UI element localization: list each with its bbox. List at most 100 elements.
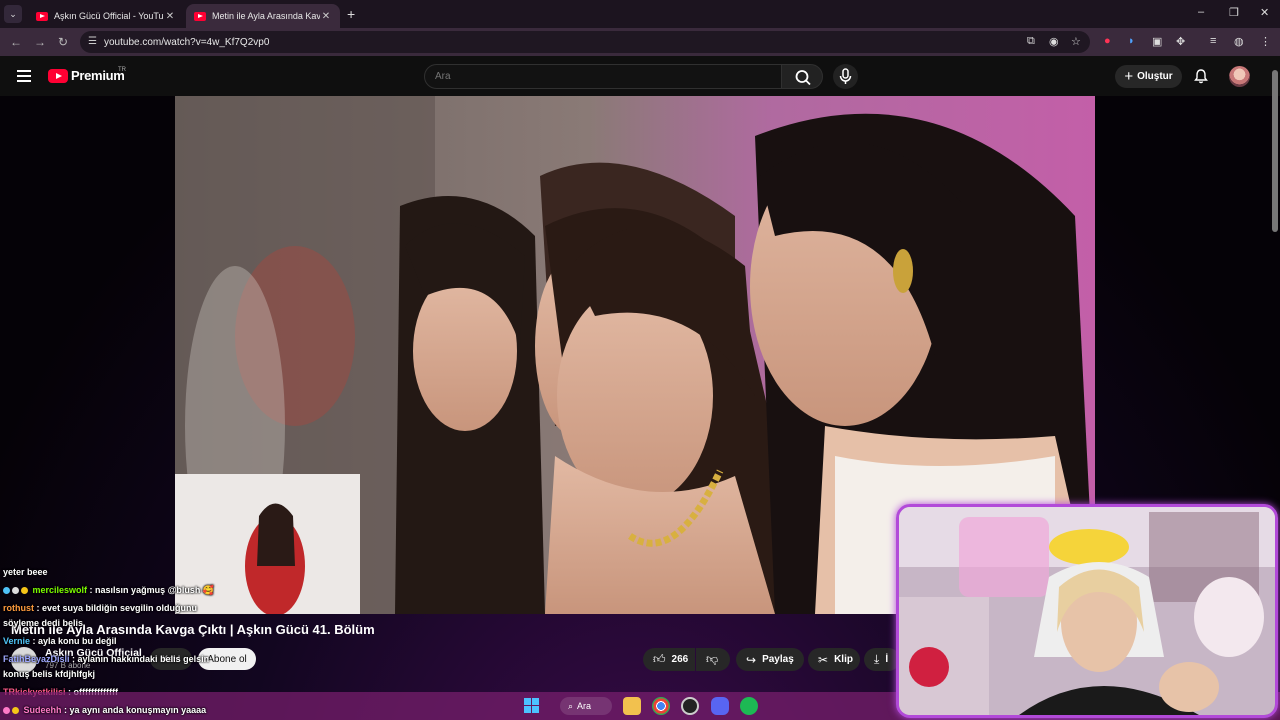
chat-line: Sudeehh : ya aynı anda konuşmayın yaaaa xyxy=(3,705,206,715)
search-button[interactable] xyxy=(781,64,823,89)
browser-tabstrip: ⌄ Aşkın Gücü Official - YouTube ✕ Metin … xyxy=(0,0,1280,28)
discord-icon[interactable] xyxy=(711,697,729,715)
chat-badge-icon xyxy=(12,587,19,594)
chat-username[interactable]: FatihBeyazDisli xyxy=(3,654,70,664)
share-arrow-icon: ↪ xyxy=(746,652,757,667)
extension-icon[interactable]: ● xyxy=(1104,35,1111,47)
chat-message: : aylanın hakkındaki belis gelsin xyxy=(69,654,210,664)
thumbs-down-icon: 👎︎ xyxy=(706,652,719,666)
share-label: Paylaş xyxy=(762,654,794,665)
search-input[interactable] xyxy=(425,65,781,88)
plus-icon: + xyxy=(1124,68,1134,85)
dislike-button[interactable]: 👎︎ xyxy=(696,648,730,671)
back-icon[interactable]: ← xyxy=(10,35,22,49)
clip-button[interactable]: ✂ Klip xyxy=(808,648,860,671)
chat-username[interactable]: Sudeehh xyxy=(24,705,62,715)
voice-search-button[interactable] xyxy=(833,64,858,89)
microphone-icon xyxy=(839,68,852,84)
download-button[interactable]: ⤓ İ xyxy=(864,648,900,671)
chat-badge-icon xyxy=(12,707,19,714)
account-avatar[interactable] xyxy=(1229,66,1250,87)
extension-icon[interactable]: ◗ xyxy=(1128,35,1135,47)
clip-label: Klip xyxy=(834,654,853,665)
url-text: youtube.com/watch?v=4w_Kf7Q2vp0 xyxy=(104,36,270,48)
like-button[interactable]: 👍︎ 266 xyxy=(643,648,695,671)
chat-message: söyleme dedi belis xyxy=(3,618,84,628)
file-explorer-icon[interactable] xyxy=(623,697,641,715)
tab-close-icon[interactable]: ✕ xyxy=(320,11,332,22)
share-button[interactable]: ↪ Paylaş xyxy=(736,648,804,671)
chat-line: mercileswolf : nasılsın yağmuş @blush 🥰 xyxy=(3,585,214,596)
logo-text: Premium xyxy=(71,68,125,83)
hide-icon[interactable]: ◉ xyxy=(1049,35,1059,48)
youtube-logo[interactable]: Premium xyxy=(48,68,125,83)
chat-message: : ya aynı anda konuşmayın yaaaa xyxy=(61,705,207,715)
chat-message: konuş belis kfdjhlfgkj xyxy=(3,669,96,679)
youtube-play-icon xyxy=(48,68,68,83)
spotify-icon[interactable] xyxy=(740,697,758,715)
forward-icon[interactable]: → xyxy=(34,35,46,49)
close-window-icon[interactable]: ✕ xyxy=(1260,6,1269,19)
maximize-icon[interactable]: ❐ xyxy=(1229,6,1239,19)
chat-badge-icon xyxy=(3,587,10,594)
reading-list-icon[interactable]: ≡ xyxy=(1210,35,1216,47)
tab-search-button[interactable]: ⌄ xyxy=(4,5,22,23)
chat-message: : ayla konu bu değil xyxy=(30,636,117,646)
country-code: TR xyxy=(118,67,126,73)
download-label: İ xyxy=(885,654,889,665)
profile-icon[interactable]: ◍ xyxy=(1234,35,1244,48)
webcam-image xyxy=(899,507,1275,715)
chat-badge-icon xyxy=(3,707,10,714)
page-scrollbar[interactable] xyxy=(1272,70,1278,232)
youtube-favicon-icon xyxy=(194,11,206,21)
tab-title: Metin ile Ayla Arasında Kavga Ç xyxy=(212,11,320,21)
chat-message: : evet suya bildiğin sevgilin olduğunu xyxy=(34,603,198,613)
chat-username[interactable]: mercileswolf xyxy=(33,585,88,595)
chat-line: söyleme dedi belis xyxy=(3,618,83,628)
bookmark-star-icon[interactable]: ☆ xyxy=(1071,35,1081,48)
browser-toolbar: ← → ↻ ☰ youtube.com/watch?v=4w_Kf7Q2vp0 … xyxy=(0,28,1280,56)
chat-line: Vernie : ayla konu bu değil xyxy=(3,636,117,646)
search-icon: ⌕ xyxy=(568,700,574,711)
extension-icon[interactable]: ▣ xyxy=(1152,35,1162,48)
chat-line: yeter beee xyxy=(3,567,48,577)
chat-line: rothust : evet suya bildiğin sevgilin ol… xyxy=(3,603,197,613)
install-icon[interactable]: ⧉ xyxy=(1027,35,1035,48)
create-label: Oluştur xyxy=(1137,71,1173,82)
youtube-favicon-icon xyxy=(36,11,48,21)
chat-message: : nasılsın yağmuş @blush 🥰 xyxy=(87,585,215,595)
search-box xyxy=(424,64,782,89)
taskbar-search-label: Ara xyxy=(577,701,592,711)
browser-tab-active[interactable]: Metin ile Ayla Arasında Kavga Ç ✕ xyxy=(186,4,340,28)
address-bar[interactable]: ☰ youtube.com/watch?v=4w_Kf7Q2vp0 xyxy=(80,31,1090,53)
chat-username[interactable]: Vernie xyxy=(3,636,30,646)
menu-kebab-icon[interactable]: ⋮ xyxy=(1260,35,1271,48)
hamburger-menu-icon[interactable] xyxy=(17,70,31,82)
scissors-icon: ✂ xyxy=(818,652,829,667)
chat-line: FatihBeyazDisli : aylanın hakkındaki bel… xyxy=(3,654,209,664)
new-tab-button[interactable]: + xyxy=(347,6,355,22)
like-count: 266 xyxy=(671,654,689,665)
obs-icon[interactable] xyxy=(681,697,699,715)
chat-username[interactable]: rothust xyxy=(3,603,34,613)
chrome-icon[interactable] xyxy=(652,697,670,715)
tab-close-icon[interactable]: ✕ xyxy=(164,11,176,22)
thumbs-up-icon: 👍︎ xyxy=(653,652,666,666)
search-icon xyxy=(795,70,811,86)
chat-message: yeter beee xyxy=(3,567,48,577)
reload-icon[interactable]: ↻ xyxy=(58,35,68,49)
extensions-puzzle-icon[interactable]: ✥ xyxy=(1176,35,1185,48)
download-icon: ⤓ xyxy=(874,652,880,666)
browser-tab[interactable]: Aşkın Gücü Official - YouTube ✕ xyxy=(28,4,184,28)
chat-badge-icon xyxy=(21,587,28,594)
streamer-webcam xyxy=(896,504,1278,718)
taskbar-search[interactable]: ⌕ Ara xyxy=(560,697,612,715)
site-info-icon[interactable]: ☰ xyxy=(88,36,97,47)
chat-line: konuş belis kfdjhlfgkj xyxy=(3,669,95,679)
minimize-icon[interactable]: – xyxy=(1198,6,1204,18)
youtube-header: Premium TR + Oluştur xyxy=(0,56,1280,96)
tab-title: Aşkın Gücü Official - YouTube xyxy=(54,11,164,21)
notifications-bell-icon[interactable] xyxy=(1193,68,1209,84)
windows-start-icon[interactable] xyxy=(524,698,539,713)
create-button[interactable]: + Oluştur xyxy=(1115,65,1182,88)
